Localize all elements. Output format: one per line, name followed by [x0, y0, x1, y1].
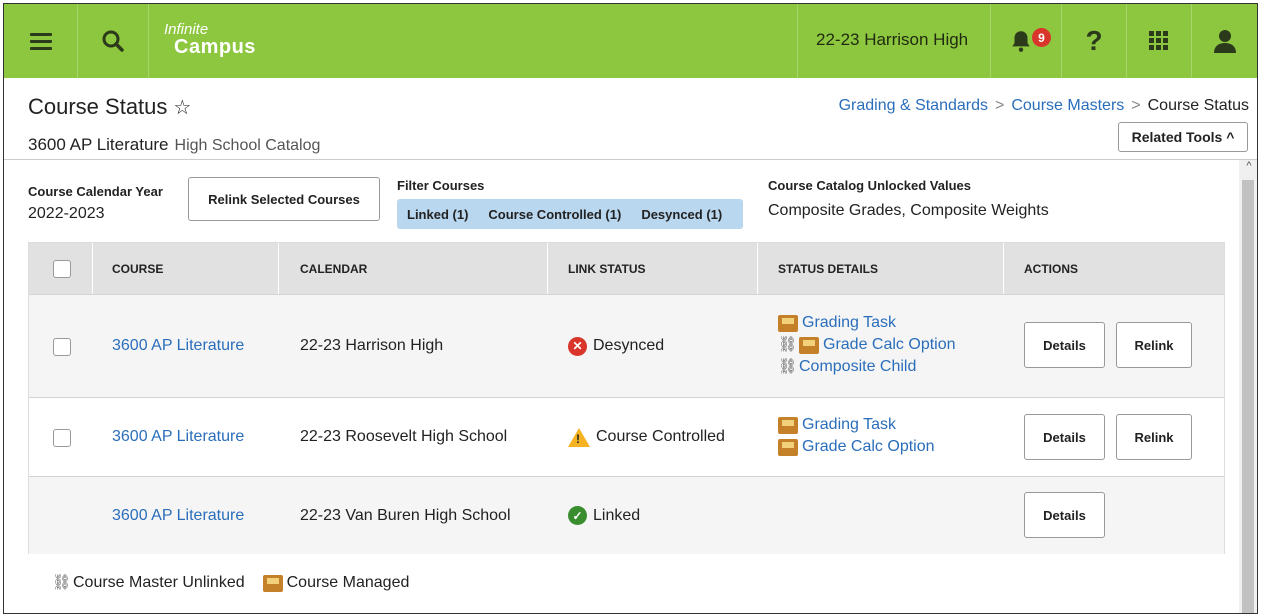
- course-subtitle: 3600 AP Literature High School Catalog: [28, 135, 321, 154]
- course-status-table: COURSE CALENDAR LINK STATUS STATUS DETAI…: [28, 242, 1225, 554]
- linked-check-icon: ✓: [568, 506, 587, 525]
- select-all-checkbox[interactable]: [53, 260, 71, 278]
- notification-badge: 9: [1032, 28, 1051, 47]
- header-calendar[interactable]: CALENDAR: [300, 243, 367, 294]
- chevron-right-icon: >: [995, 97, 1005, 114]
- filter-courses-label: Filter Courses: [397, 178, 485, 193]
- breadcrumb: Grading & Standards > Course Masters > Cours…: [839, 97, 1249, 115]
- page-title: Course Status ☆: [28, 94, 192, 119]
- table-row: 3600 AP Literature 22-23 Van Buren High …: [29, 476, 1224, 554]
- unlinked-chain-icon: ⛓: [52, 574, 72, 591]
- course-managed-icon: [262, 574, 283, 592]
- favorite-star-icon[interactable]: ☆: [173, 97, 191, 119]
- filter-courses-group: Linked (1) Course Controlled (1) Desynce…: [397, 199, 743, 229]
- header-actions[interactable]: ACTIONS: [1024, 243, 1078, 294]
- calendar-cell: 22-23 Roosevelt High School: [300, 428, 508, 445]
- link-status-cell: ! Course Controlled: [568, 398, 725, 476]
- warning-icon: !: [568, 427, 590, 447]
- details-button[interactable]: Details: [1024, 322, 1105, 368]
- unlocked-values: Composite Grades, Composite Weights: [768, 202, 1049, 219]
- legend: ⛓ Course Master Unlinked Course Managed: [52, 574, 409, 592]
- course-link[interactable]: 3600 AP Literature: [112, 398, 244, 476]
- menu-icon[interactable]: [4, 4, 77, 78]
- filter-course-controlled[interactable]: Course Controlled (1): [478, 207, 631, 222]
- legend-unlinked: Course Master Unlinked: [73, 574, 245, 591]
- header-link-status[interactable]: LINK STATUS: [568, 243, 646, 294]
- scroll-up-arrow-icon[interactable]: ^: [1241, 160, 1257, 176]
- unlinked-chain-icon: ⛓: [778, 358, 798, 375]
- apps-grid-icon[interactable]: [1127, 4, 1191, 78]
- detail-composite-child[interactable]: ⛓ Composite Child: [778, 356, 956, 378]
- filter-linked[interactable]: Linked (1): [397, 207, 478, 222]
- link-status-cell: ✓ Linked: [568, 477, 640, 554]
- calendar-year-value: 2022-2023: [28, 205, 105, 222]
- detail-grade-calc-option[interactable]: Grade Calc Option: [778, 436, 935, 458]
- header-divider: [4, 159, 1257, 160]
- link-status-cell: ✕ Desynced: [568, 295, 664, 397]
- app-window: Infinite Campus 22-23 Harrison High 9 ? …: [3, 3, 1258, 614]
- row-checkbox[interactable]: [53, 338, 71, 356]
- details-button[interactable]: Details: [1024, 492, 1105, 538]
- details-button[interactable]: Details: [1024, 414, 1105, 460]
- filter-desynced[interactable]: Desynced (1): [631, 207, 732, 222]
- course-link[interactable]: 3600 AP Literature: [112, 477, 244, 554]
- calendar-cell: 22-23 Harrison High: [300, 337, 444, 354]
- table-row: 3600 AP Literature 22-23 Roosevelt High …: [29, 397, 1224, 476]
- infinite-campus-logo[interactable]: Infinite Campus: [164, 22, 256, 57]
- course-managed-icon: [778, 314, 798, 332]
- table-header: COURSE CALENDAR LINK STATUS STATUS DETAI…: [29, 243, 1224, 294]
- school-selector[interactable]: 22-23 Harrison High: [816, 30, 968, 50]
- detail-grade-calc-option[interactable]: ⛓ Grade Calc Option: [778, 334, 956, 356]
- relink-button[interactable]: Relink: [1116, 414, 1192, 460]
- header-status-details[interactable]: STATUS DETAILS: [778, 243, 878, 294]
- breadcrumb-current: Course Status: [1147, 97, 1249, 114]
- status-details: Grading Task Grade Calc Option: [778, 414, 935, 458]
- help-icon[interactable]: ?: [1062, 4, 1126, 78]
- unlinked-chain-icon: ⛓: [778, 336, 798, 353]
- calendar-cell: 22-23 Van Buren High School: [300, 506, 511, 524]
- top-navigation-bar: Infinite Campus 22-23 Harrison High 9 ?: [4, 4, 1257, 78]
- relink-selected-courses-button[interactable]: Relink Selected Courses: [188, 177, 380, 221]
- course-link[interactable]: 3600 AP Literature: [112, 295, 244, 397]
- user-profile-icon[interactable]: [1192, 4, 1257, 78]
- detail-grading-task[interactable]: Grading Task: [778, 312, 956, 334]
- status-details: Grading Task ⛓ Grade Calc Option ⛓ Composi…: [778, 312, 956, 378]
- relink-button[interactable]: Relink: [1116, 322, 1192, 368]
- table-row: 3600 AP Literature 22-23 Harrison High ✕…: [29, 294, 1224, 397]
- scrollbar-thumb[interactable]: [1242, 180, 1254, 613]
- legend-managed: Course Managed: [286, 574, 410, 591]
- course-managed-icon: [778, 438, 798, 456]
- detail-grading-task[interactable]: Grading Task: [778, 414, 935, 436]
- unlocked-values-label: Course Catalog Unlocked Values: [768, 178, 972, 193]
- calendar-year-label: Course Calendar Year: [28, 184, 163, 199]
- course-managed-icon: [778, 416, 798, 434]
- search-icon[interactable]: [78, 4, 148, 78]
- related-tools-button[interactable]: Related Tools ^: [1118, 122, 1248, 152]
- row-checkbox[interactable]: [53, 429, 71, 447]
- breadcrumb-course-masters[interactable]: Course Masters: [1011, 97, 1124, 114]
- course-managed-icon: [799, 336, 819, 354]
- breadcrumb-grading-standards[interactable]: Grading & Standards: [839, 97, 988, 114]
- desynced-x-icon: ✕: [568, 336, 587, 356]
- chevron-right-icon: >: [1131, 97, 1141, 114]
- header-course[interactable]: COURSE: [112, 243, 163, 294]
